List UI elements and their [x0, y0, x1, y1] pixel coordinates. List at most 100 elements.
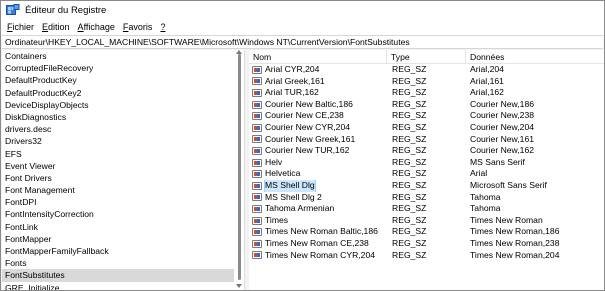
tree-item[interactable]: Fonts — [2, 257, 244, 269]
value-name: Times New Roman Baltic,186 — [265, 226, 378, 237]
value-name-cell: Times New Roman CYR,204 — [249, 250, 391, 262]
value-row[interactable]: MS Shell Dlg 2 REG_SZ Tahoma — [249, 192, 604, 204]
menu-item-affichage[interactable]: Affichage — [76, 22, 121, 32]
address-bar[interactable]: Ordinateur\HKEY_LOCAL_MACHINE\SOFTWARE\M… — [2, 35, 603, 49]
string-value-icon — [252, 135, 262, 144]
values-pane[interactable]: Nom Type Données Arial CYR,204 REG_SZ Aria… — [249, 50, 604, 290]
value-data-cell: Courier New,161 — [470, 133, 535, 144]
value-name: Tahoma Armenian — [265, 203, 335, 214]
value-type-cell: REG_SZ — [392, 64, 427, 74]
menu-item-help[interactable]: ? — [158, 22, 171, 32]
menu-label-rest: dition — [48, 22, 70, 32]
value-data-cell: Times New Roman,186 — [470, 226, 560, 237]
tree-item[interactable]: DefaultProductKey — [2, 74, 244, 86]
value-name-cell: Times — [249, 215, 391, 227]
value-row[interactable]: Times New Roman CE,238 REG_SZ Times New Ro… — [249, 238, 604, 250]
value-name-cell: MS Shell Dlg 2 — [249, 192, 391, 204]
value-type-cell: REG_SZ — [392, 226, 427, 237]
string-value-icon — [252, 251, 262, 260]
value-row[interactable]: Courier New Greek,161 REG_SZ Courier New,1… — [249, 134, 604, 146]
key-tree-list: Containers CorruptedFileRecovery DefaultPr… — [2, 50, 244, 290]
value-row[interactable]: Times REG_SZ Times New Roman — [249, 215, 604, 227]
menu-item-fichier[interactable]: Fichier — [5, 22, 40, 32]
tree-item[interactable]: FontLink — [2, 221, 244, 233]
value-name: Courier New CE,238 — [265, 110, 344, 121]
value-type-cell: REG_SZ — [392, 168, 427, 179]
value-type-cell: REG_SZ — [392, 75, 427, 86]
value-data-cell: Courier New,204 — [470, 121, 535, 132]
regedit-window: Éditeur du Registre Fichier Edition Affich… — [0, 0, 605, 291]
value-row[interactable]: MS Shell Dlg REG_SZ Microsoft Sans Serif — [249, 179, 604, 192]
value-name: Times New Roman CE,238 — [265, 237, 369, 248]
tree-item[interactable]: FontMapper — [2, 233, 244, 245]
value-row[interactable]: Times New Roman CYR,204 REG_SZ Times New R… — [249, 250, 604, 262]
scroll-down-arrow-icon[interactable] — [236, 284, 242, 288]
value-row[interactable]: Arial CYR,204 REG_SZ Arial,204 — [249, 64, 604, 76]
value-data-cell: Courier New,162 — [470, 145, 535, 156]
value-data-cell: Courier New,186 — [470, 98, 535, 109]
string-value-icon — [252, 181, 262, 190]
tree-item[interactable]: drivers.desc — [2, 123, 244, 135]
scroll-thumb[interactable] — [238, 54, 241, 280]
value-name: Courier New CYR,204 — [265, 121, 351, 132]
string-value-icon — [252, 77, 262, 86]
tree-item[interactable]: FontIntensityCorrection — [2, 208, 244, 220]
value-row[interactable]: Courier New TUR,162 REG_SZ Courier New,162 — [249, 145, 604, 157]
value-name-cell: Courier New Greek,161 — [249, 134, 391, 146]
tree-item[interactable]: DefaultProductKey2 — [2, 87, 244, 99]
tree-item[interactable]: FontDPI — [2, 196, 244, 208]
value-type-cell: REG_SZ — [392, 237, 427, 248]
values-list: Arial CYR,204 REG_SZ Arial,204 Arial Greek,… — [249, 64, 604, 261]
menu-item-edition[interactable]: Edition — [40, 22, 76, 32]
value-type-cell: REG_SZ — [392, 133, 427, 144]
tree-item[interactable]: DiskDiagnostics — [2, 111, 244, 123]
column-header-name[interactable]: Nom — [249, 50, 387, 63]
value-type-cell: REG_SZ — [392, 191, 427, 202]
window-title: Éditeur du Registre — [25, 4, 107, 16]
value-data-cell: Arial,162 — [470, 87, 504, 98]
value-row[interactable]: Courier New Baltic,186 REG_SZ Courier New,… — [249, 99, 604, 111]
value-row[interactable]: Helvetica REG_SZ Arial — [249, 168, 604, 180]
value-type-cell: REG_SZ — [392, 110, 427, 121]
value-name: Courier New Baltic,186 — [265, 98, 353, 109]
value-row[interactable]: Tahoma Armenian REG_SZ Tahoma — [249, 203, 604, 215]
value-row[interactable]: Courier New CE,238 REG_SZ Courier New,238 — [249, 110, 604, 122]
value-row[interactable]: Arial TUR,162 REG_SZ Arial,162 — [249, 87, 604, 99]
tree-item[interactable]: EFS — [2, 148, 244, 160]
tree-item[interactable]: DeviceDisplayObjects — [2, 99, 244, 111]
value-data-cell: Microsoft Sans Serif — [470, 179, 547, 190]
tree-item[interactable]: FontMapperFamilyFallback — [2, 245, 244, 257]
value-name-cell: Times New Roman Baltic,186 — [249, 226, 391, 238]
tree-item[interactable]: GRE_Initialize — [2, 282, 244, 290]
values-header: Nom Type Données — [249, 50, 604, 64]
menu-item-favoris[interactable]: Favoris — [121, 22, 159, 32]
value-row[interactable]: Courier New CYR,204 REG_SZ Courier New,204 — [249, 122, 604, 134]
tree-scrollbar[interactable] — [234, 50, 244, 290]
value-data-cell: Times New Roman,238 — [470, 237, 560, 248]
value-name-cell: Arial CYR,204 — [249, 64, 391, 76]
column-header-type[interactable]: Type — [387, 50, 466, 63]
value-type-cell: REG_SZ — [392, 121, 427, 132]
tree-item[interactable]: Containers — [2, 50, 244, 62]
menu-accelerator: ? — [160, 22, 166, 32]
menu-label-rest: ffichage — [83, 22, 115, 32]
title-bar[interactable]: Éditeur du Registre — [1, 1, 604, 19]
menu-label-rest: ichier — [12, 22, 35, 32]
string-value-icon — [252, 123, 262, 132]
tree-item[interactable]: Drivers32 — [2, 135, 244, 147]
value-name: Courier New Greek,161 — [265, 133, 356, 144]
tree-item[interactable]: CorruptedFileRecovery — [2, 62, 244, 74]
tree-item[interactable]: FontSubstitutes — [2, 269, 244, 282]
value-name-cell: Courier New Baltic,186 — [249, 99, 391, 111]
tree-item[interactable]: Event Viewer — [2, 160, 244, 172]
value-type-cell: REG_SZ — [392, 87, 427, 98]
tree-item[interactable]: Font Management — [2, 184, 244, 196]
string-value-icon — [252, 158, 262, 167]
tree-item[interactable]: Font Drivers — [2, 172, 244, 184]
key-tree-pane[interactable]: Containers CorruptedFileRecovery DefaultPr… — [2, 50, 245, 290]
value-row[interactable]: Arial Greek,161 REG_SZ Arial,161 — [249, 76, 604, 88]
value-row[interactable]: Helv REG_SZ MS Sans Serif — [249, 157, 604, 169]
menu-bar: Fichier Edition Affichage Favoris? — [1, 19, 604, 35]
column-header-data[interactable]: Données — [466, 50, 604, 63]
value-row[interactable]: Times New Roman Baltic,186 REG_SZ Times Ne… — [249, 226, 604, 238]
